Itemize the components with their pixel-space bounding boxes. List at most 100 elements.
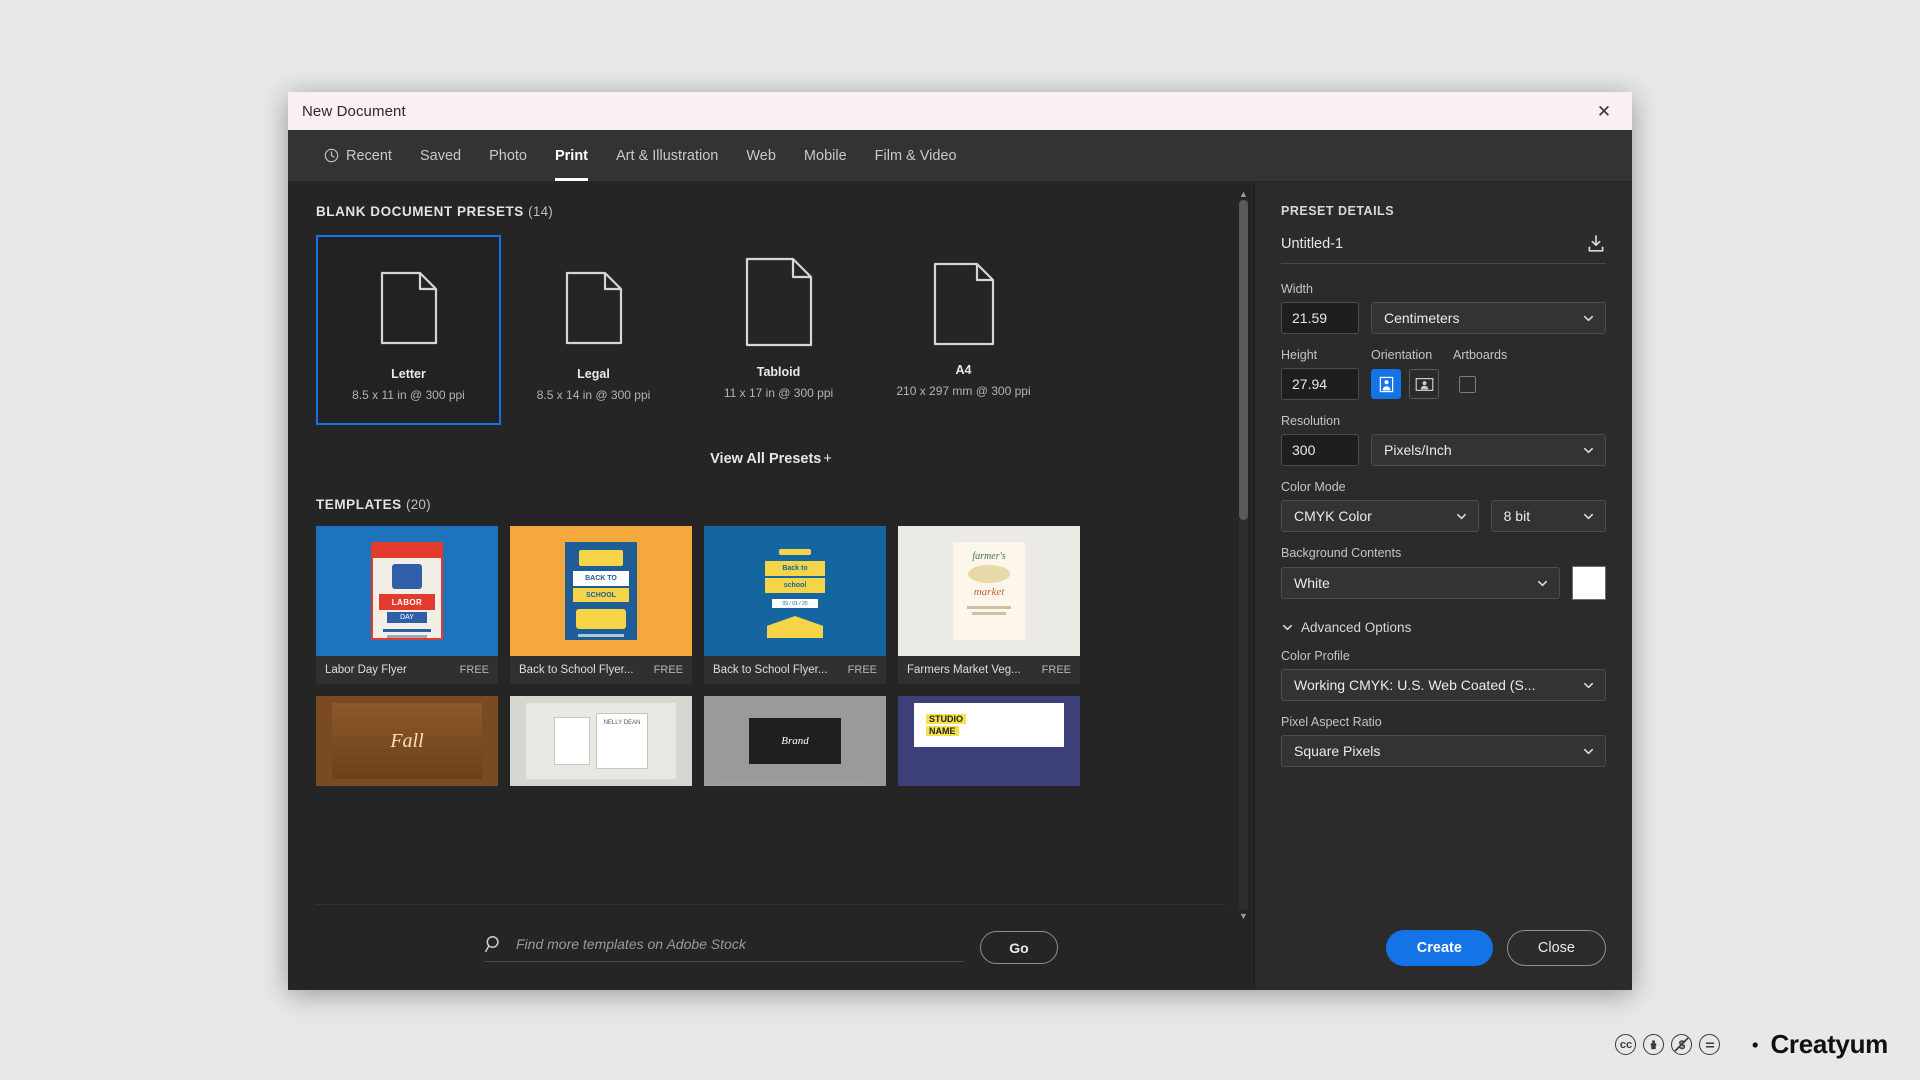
document-name-row xyxy=(1281,234,1606,264)
preset-card-legal[interactable]: Legal 8.5 x 14 in @ 300 ppi xyxy=(501,235,686,425)
template-name: Labor Day Flyer xyxy=(325,664,407,676)
artboards-label: Artboards xyxy=(1453,348,1508,362)
view-all-presets-link[interactable]: View All Presets + xyxy=(316,451,1226,467)
stock-search-go-button[interactable]: Go xyxy=(980,931,1058,964)
advanced-options-label: Advanced Options xyxy=(1301,620,1412,635)
color-mode-row: CMYK Color 8 bit xyxy=(1281,500,1606,532)
tab-label: Photo xyxy=(489,147,527,164)
template-card[interactable]: LABOR DAY Labor Day Flyer FREE xyxy=(316,526,498,684)
width-input-box[interactable] xyxy=(1281,302,1359,334)
height-input-box[interactable] xyxy=(1281,368,1359,400)
left-column: BLANK DOCUMENT PRESETS (14) Letter 8.5 x… xyxy=(288,182,1254,990)
preset-card-a4[interactable]: A4 210 x 297 mm @ 300 ppi xyxy=(871,235,1056,425)
preset-spec: 210 x 297 mm @ 300 ppi xyxy=(896,384,1031,398)
template-card[interactable]: BACK TO SCHOOL Back to School Flyer... F… xyxy=(510,526,692,684)
close-icon[interactable]: ✕ xyxy=(1582,92,1626,130)
presets-scroll-area: BLANK DOCUMENT PRESETS (14) Letter 8.5 x… xyxy=(288,182,1254,904)
scrollbar-thumb[interactable] xyxy=(1239,200,1248,520)
tab-label: Print xyxy=(554,147,589,164)
background-contents-select[interactable]: White xyxy=(1281,567,1560,599)
template-caption: Farmers Market Veg... FREE xyxy=(898,656,1080,684)
save-preset-icon[interactable] xyxy=(1586,234,1606,254)
template-card[interactable]: Brand xyxy=(704,696,886,786)
presets-scrollbar[interactable]: ▲ ▼ xyxy=(1239,189,1248,921)
orientation-landscape-button[interactable] xyxy=(1409,369,1439,399)
background-color-swatch[interactable] xyxy=(1572,566,1606,600)
template-thumbnail: NELLY DEAN xyxy=(510,696,692,786)
template-price: FREE xyxy=(847,664,877,676)
new-document-dialog: New Document ✕ Recent Saved Photo Print … xyxy=(288,92,1632,990)
preset-card-tabloid[interactable]: Tabloid 11 x 17 in @ 300 ppi xyxy=(686,235,871,425)
pixel-aspect-ratio-select[interactable]: Square Pixels xyxy=(1281,735,1606,767)
height-input[interactable] xyxy=(1292,376,1348,392)
search-icon xyxy=(485,935,499,952)
tab-mobile[interactable]: Mobile xyxy=(790,130,861,181)
tab-art-illustration[interactable]: Art & Illustration xyxy=(602,130,732,181)
template-thumbnail: Fall xyxy=(316,696,498,786)
template-card[interactable]: Back to school 09 / 01 / 20 Back to Scho… xyxy=(704,526,886,684)
preset-name: Legal xyxy=(577,367,610,381)
stock-search-input[interactable] xyxy=(516,935,964,952)
bit-depth-select[interactable]: 8 bit xyxy=(1490,500,1606,532)
color-profile-label: Color Profile xyxy=(1281,649,1350,663)
width-unit-select[interactable]: Centimeters xyxy=(1371,302,1606,334)
template-card[interactable]: STUDIO NAME xyxy=(898,696,1080,786)
width-input[interactable] xyxy=(1292,310,1348,326)
tab-label: Recent xyxy=(346,147,392,164)
document-icon xyxy=(380,271,437,345)
height-orientation-labels: Height Orientation Artboards xyxy=(1281,348,1606,362)
view-all-label: View All Presets xyxy=(710,451,822,467)
tab-photo[interactable]: Photo xyxy=(475,130,541,181)
category-tabbar: Recent Saved Photo Print Art & Illustrat… xyxy=(288,130,1632,182)
chevron-down-icon xyxy=(1456,513,1466,519)
dialog-action-buttons: Create Close xyxy=(1281,930,1606,966)
tab-label: Web xyxy=(746,147,776,164)
chevron-down-icon xyxy=(1583,682,1594,688)
background-contents-label: Background Contents xyxy=(1281,546,1402,560)
brand-logo: Creatyum xyxy=(1736,1029,1888,1060)
template-thumbnail: Back to school 09 / 01 / 20 xyxy=(704,526,886,656)
templates-count: (20) xyxy=(406,497,431,512)
template-card[interactable]: farmer's market Farmers Market Veg... FR… xyxy=(898,526,1080,684)
template-card[interactable]: Fall xyxy=(316,696,498,786)
color-profile-row: Working CMYK: U.S. Web Coated (S... xyxy=(1281,669,1606,701)
tab-label: Art & Illustration xyxy=(616,147,719,164)
tab-web[interactable]: Web xyxy=(732,130,790,181)
tab-label: Film & Video xyxy=(874,147,957,164)
orientation-portrait-button[interactable] xyxy=(1371,369,1401,399)
scroll-up-arrow[interactable]: ▲ xyxy=(1239,188,1248,200)
template-thumbnail: BACK TO SCHOOL xyxy=(510,526,692,656)
template-caption: Back to School Flyer... FREE xyxy=(510,656,692,684)
pixel-aspect-ratio-value: Square Pixels xyxy=(1294,743,1381,759)
resolution-row: Pixels/Inch xyxy=(1281,434,1606,466)
resolution-label: Resolution xyxy=(1281,414,1341,428)
template-card[interactable]: NELLY DEAN xyxy=(510,696,692,786)
preset-name: Letter xyxy=(391,367,426,381)
preset-card-letter[interactable]: Letter 8.5 x 11 in @ 300 ppi xyxy=(316,235,501,425)
color-mode-select[interactable]: CMYK Color xyxy=(1281,500,1479,532)
dialog-title: New Document xyxy=(302,102,406,120)
color-profile-select[interactable]: Working CMYK: U.S. Web Coated (S... xyxy=(1281,669,1606,701)
create-button[interactable]: Create xyxy=(1385,930,1493,966)
artboards-checkbox[interactable] xyxy=(1459,375,1476,393)
tab-saved[interactable]: Saved xyxy=(406,130,475,181)
portrait-icon xyxy=(1379,376,1393,392)
template-caption: Back to School Flyer... FREE xyxy=(704,656,886,684)
resolution-input[interactable] xyxy=(1292,442,1348,458)
scroll-down-arrow[interactable]: ▼ xyxy=(1239,910,1248,922)
tab-recent[interactable]: Recent xyxy=(310,130,406,181)
tab-print[interactable]: Print xyxy=(541,130,602,181)
template-grid: LABOR DAY Labor Day Flyer FREE BACK TO S… xyxy=(316,526,1226,786)
tab-film-video[interactable]: Film & Video xyxy=(861,130,971,181)
advanced-options-toggle[interactable]: Advanced Options xyxy=(1281,620,1606,635)
resolution-unit-value: Pixels/Inch xyxy=(1384,442,1452,458)
document-name-input[interactable] xyxy=(1281,236,1576,252)
template-name: Back to School Flyer... xyxy=(713,664,828,676)
cc-nd-icon xyxy=(1699,1034,1721,1055)
chevron-down-icon xyxy=(1583,315,1594,321)
preset-spec: 8.5 x 11 in @ 300 ppi xyxy=(352,388,465,402)
resolution-input-box[interactable] xyxy=(1281,434,1359,466)
resolution-unit-select[interactable]: Pixels/Inch xyxy=(1371,434,1606,466)
close-button[interactable]: Close xyxy=(1506,930,1606,966)
template-price: FREE xyxy=(459,664,489,676)
